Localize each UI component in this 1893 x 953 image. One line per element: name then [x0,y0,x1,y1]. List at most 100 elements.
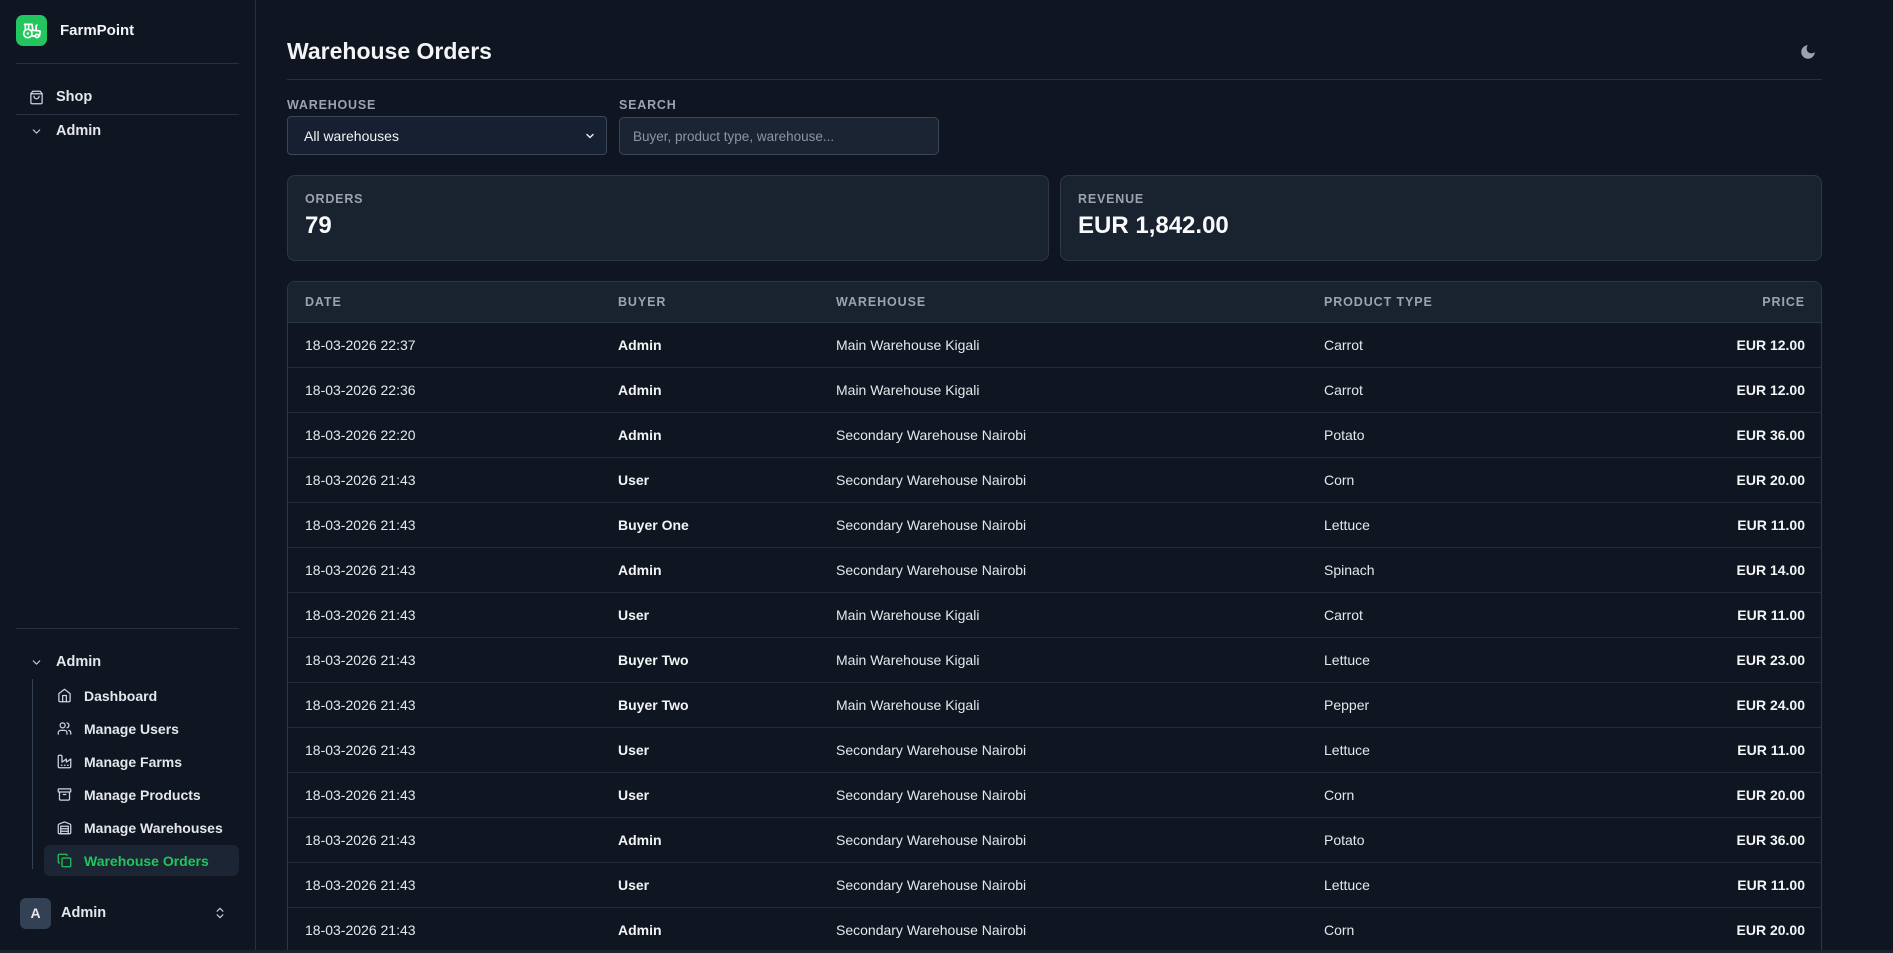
orders-stat-value: 79 [305,212,332,239]
column-header-date[interactable]: DATE [305,295,342,309]
sidebar-section-label: Admin [56,654,102,670]
column-header-buyer[interactable]: BUYER [618,295,666,309]
cell-warehouse: Secondary Warehouse Nairobi [836,832,1027,848]
cell-date: 18-03-2026 21:43 [305,562,416,578]
cell-product-type: Lettuce [1324,742,1370,758]
cell-product-type: Spinach [1324,562,1375,578]
sidebar-item-warehouse-orders[interactable]: Warehouse Orders [44,845,239,876]
cell-warehouse: Secondary Warehouse Nairobi [836,562,1027,578]
cell-product-type: Carrot [1324,382,1363,398]
table-row[interactable]: 18-03-2026 21:43 User Secondary Warehouse … [288,773,1821,818]
table-row[interactable]: 18-03-2026 21:43 Admin Secondary Warehouse… [288,548,1821,593]
cell-buyer: Admin [618,562,662,578]
revenue-stat-value: EUR 1,842.00 [1078,212,1229,239]
brand[interactable]: FarmPoint [16,15,134,46]
table-row[interactable]: 18-03-2026 21:43 Buyer Two Main Warehouse … [288,638,1821,683]
cell-date: 18-03-2026 21:43 [305,607,416,623]
sidebar-item-manage-products[interactable]: Manage Products [44,779,239,810]
cell-price: EUR 11.00 [1737,877,1805,893]
sidebar-item-shop[interactable]: Shop [16,81,239,113]
cell-date: 18-03-2026 21:43 [305,697,416,713]
cell-warehouse: Main Warehouse Kigali [836,382,980,398]
cell-price: EUR 36.00 [1736,427,1805,443]
sidebar-item-label: Manage Farms [84,753,183,770]
cell-product-type: Corn [1324,922,1355,938]
warehouse-icon [56,820,72,836]
cell-date: 18-03-2026 21:43 [305,742,416,758]
chevron-down-icon [28,654,44,670]
cell-product-type: Potato [1324,832,1365,848]
sidebar-item-dashboard[interactable]: Dashboard [44,680,239,711]
sidebar-section-admin[interactable]: Admin [16,646,239,678]
table-row[interactable]: 18-03-2026 21:43 User Secondary Warehouse … [288,728,1821,773]
table-row[interactable]: 18-03-2026 22:37 Admin Main Warehouse Kiga… [288,323,1821,368]
user-menu[interactable]: A Admin [20,897,239,929]
table-row[interactable]: 18-03-2026 21:43 Buyer One Secondary Wareh… [288,503,1821,548]
cell-warehouse: Secondary Warehouse Nairobi [836,517,1027,533]
column-header-warehouse[interactable]: WAREHOUSE [836,295,926,309]
cell-price: EUR 12.00 [1736,382,1805,398]
cell-date: 18-03-2026 22:36 [305,382,416,398]
cell-buyer: User [618,877,650,893]
cell-date: 18-03-2026 21:43 [305,877,416,893]
brand-name: FarmPoint [60,22,135,39]
home-icon [56,688,72,704]
table-row[interactable]: 18-03-2026 21:43 User Secondary Warehouse … [288,458,1821,503]
copy-icon [56,853,72,869]
cell-warehouse: Main Warehouse Kigali [836,697,980,713]
column-header-product-type[interactable]: PRODUCT TYPE [1324,295,1433,309]
sidebar-item-label: Dashboard [84,687,158,704]
page-title: Warehouse Orders [287,38,492,64]
table-row[interactable]: 18-03-2026 21:43 Admin Secondary Warehouse… [288,818,1821,863]
cell-buyer: Admin [618,832,662,848]
table-row[interactable]: 18-03-2026 22:20 Admin Secondary Warehouse… [288,413,1821,458]
cell-product-type: Lettuce [1324,517,1370,533]
cell-warehouse: Secondary Warehouse Nairobi [836,877,1027,893]
sidebar-item-manage-warehouses[interactable]: Manage Warehouses [44,812,239,843]
cell-price: EUR 36.00 [1736,832,1805,848]
table-row[interactable]: 18-03-2026 21:43 Buyer Two Main Warehouse … [288,683,1821,728]
table-body: 18-03-2026 22:37 Admin Main Warehouse Kiga… [288,323,1821,953]
cell-date: 18-03-2026 21:43 [305,787,416,803]
table-row[interactable]: 18-03-2026 21:43 Admin Secondary Warehouse… [288,908,1821,953]
cell-date: 18-03-2026 21:43 [305,472,416,488]
cell-price: EUR 24.00 [1736,697,1805,713]
search-label: SEARCH [619,98,677,112]
cell-product-type: Carrot [1324,337,1363,353]
users-icon [56,721,72,737]
table-row[interactable]: 18-03-2026 22:36 Admin Main Warehouse Kiga… [288,368,1821,413]
sidebar-item-admin[interactable]: Admin [16,115,239,147]
cell-warehouse: Secondary Warehouse Nairobi [836,427,1027,443]
theme-toggle-button[interactable] [1794,38,1822,66]
user-name: Admin [61,905,107,921]
table-row[interactable]: 18-03-2026 21:43 User Secondary Warehouse … [288,863,1821,908]
column-header-price[interactable]: PRICE [1762,295,1805,309]
sidebar-item-manage-farms[interactable]: Manage Farms [44,746,239,777]
chevron-down-icon [584,130,596,142]
warehouse-select[interactable]: All warehouses [287,116,607,155]
archive-icon [56,787,72,803]
sidebar-item-label: Shop [56,89,93,105]
cell-date: 18-03-2026 21:43 [305,832,416,848]
cell-date: 18-03-2026 21:43 [305,652,416,668]
cell-buyer: User [618,607,650,623]
cell-date: 18-03-2026 22:20 [305,427,416,443]
revenue-stat-label: REVENUE [1078,192,1145,206]
cell-price: EUR 11.00 [1737,742,1805,758]
cell-buyer: Admin [618,427,662,443]
search-input[interactable] [619,117,939,155]
cell-product-type: Corn [1324,787,1355,803]
cell-product-type: Potato [1324,427,1365,443]
moon-icon [1799,43,1817,61]
chevron-down-icon [28,123,44,139]
table-row[interactable]: 18-03-2026 21:43 User Main Warehouse Kigal… [288,593,1821,638]
cell-warehouse: Secondary Warehouse Nairobi [836,472,1027,488]
sidebar-item-manage-users[interactable]: Manage Users [44,713,239,744]
cell-buyer: Buyer One [618,517,689,533]
avatar: A [20,897,51,929]
cell-buyer: Buyer Two [618,697,689,713]
sidebar: FarmPoint Shop Admin Admin Dashboard Man… [0,0,256,950]
cell-price: EUR 12.00 [1736,337,1805,353]
header-divider [287,79,1822,80]
cell-buyer: User [618,742,650,758]
